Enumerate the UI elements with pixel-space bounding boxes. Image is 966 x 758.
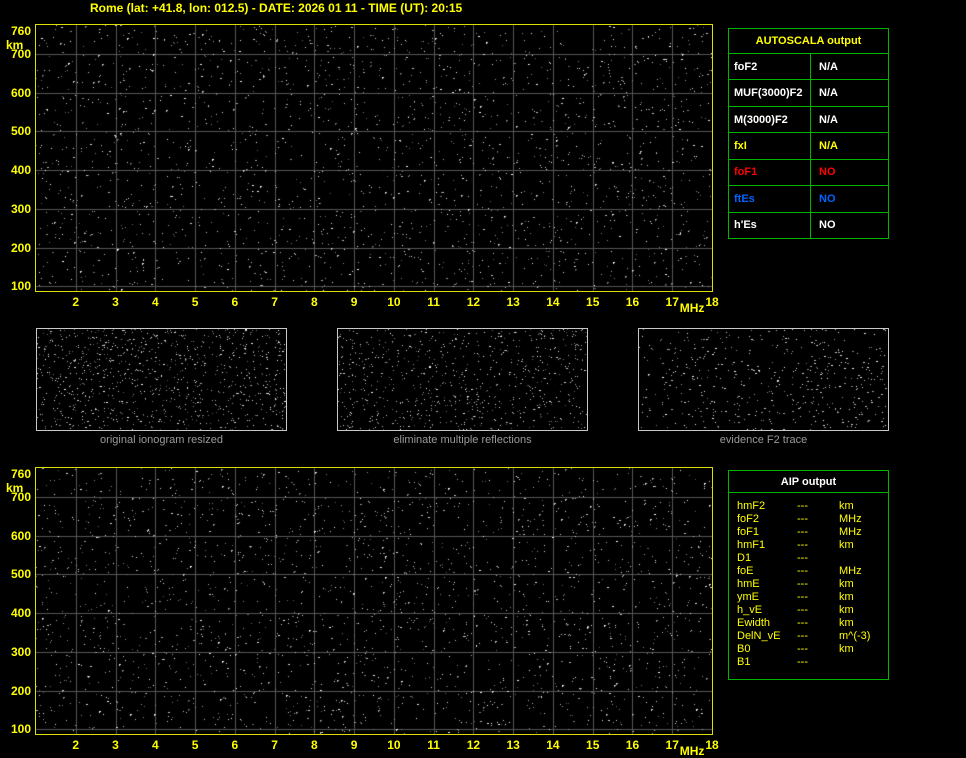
aip-row: hmF1 --- km [737, 539, 888, 552]
aip-row-value: --- [797, 617, 808, 629]
aip-row: B1 --- [737, 656, 888, 669]
aip-row-unit [839, 552, 888, 565]
aip-row-value: --- [797, 578, 808, 590]
x-axis-tick-label: 3 [112, 738, 119, 752]
aip-row-value: --- [797, 539, 808, 551]
y-axis-tick-label: 400 [10, 606, 31, 621]
x-axis-tick-label: 6 [231, 738, 239, 752]
aip-row: Ewidth --- km [737, 617, 888, 630]
aip-row-label: B0 [737, 643, 751, 655]
aip-row-label: foF2 [737, 513, 760, 525]
aip-row-value: --- [797, 526, 808, 538]
x-axis-tick-label: 9 [350, 738, 358, 752]
aip-row-unit: km [839, 500, 854, 512]
aip-table-title: AIP output [729, 471, 888, 493]
aip-row: D1 --- [737, 552, 888, 565]
aip-row: hmE --- km [737, 578, 888, 591]
x-axis-tick-label: 8 [311, 738, 318, 752]
aip-row-unit: km [839, 643, 854, 655]
x-axis-tick-label: 10 [387, 738, 401, 752]
x-axis-tick-label: 4 [151, 738, 159, 752]
aip-row-unit: km [839, 604, 854, 616]
x-axis-tick-label: 16 [625, 738, 640, 752]
aip-table-body: hmF2 --- km foF2 --- MHz foF1 --- MHz hmF1 --- km D1… [729, 493, 888, 669]
aip-row-value: --- [797, 630, 808, 642]
aip-row: foE --- MHz [737, 565, 888, 578]
x-axis-tick-label: 15 [586, 738, 600, 752]
y-axis-tick-label: 300 [10, 644, 31, 659]
x-axis-tick-label: 17 [665, 738, 679, 752]
x-axis-tick-label: 11 [427, 738, 440, 752]
aip-row-value: --- [797, 591, 808, 603]
aip-row-label: DelN_vE [737, 630, 781, 642]
aip-row-label: hmF1 [737, 539, 766, 551]
aip-row-unit: MHz [839, 526, 862, 538]
y-axis-tick-label: 600 [10, 528, 31, 543]
x-axis-tick-label: 7 [271, 738, 278, 752]
aip-row-label: D1 [737, 552, 752, 564]
aip-row-label: hmF2 [737, 500, 766, 512]
aip-row: hmF2 --- km [737, 500, 888, 513]
aip-row-label: foE [737, 565, 754, 577]
aip-row-label: hmE [737, 578, 760, 590]
aip-row-value: --- [797, 643, 808, 655]
aip-row-label: ymE [737, 591, 759, 603]
aip-row-unit: km [839, 578, 854, 590]
aip-row-label: Ewidth [737, 617, 771, 629]
aip-row-unit: km [839, 591, 854, 603]
ionogram-canvas [36, 468, 712, 734]
aip-row-value: --- [797, 656, 808, 668]
aip-row-value: --- [797, 513, 808, 525]
x-axis-tick-label: 18 [705, 738, 719, 752]
aip-row: h_vE --- km [737, 604, 888, 617]
aip-row-unit: km [839, 617, 854, 629]
y-axis-tick-label: 200 [10, 683, 31, 698]
x-axis-tick-label: 14 [546, 738, 560, 752]
aip-row: foF1 --- MHz [737, 526, 888, 539]
aip-row-unit: km [839, 539, 854, 551]
x-axis-tick-label: 2 [72, 738, 80, 752]
ionogram-frame [35, 467, 713, 735]
aip-row: B0 --- km [737, 643, 888, 656]
x-axis-tick-label: 5 [191, 738, 199, 752]
y-axis-tick-label: 760 [10, 466, 31, 481]
aip-row-label: h_vE [737, 604, 763, 616]
aip-row-label: B1 [737, 656, 751, 668]
autoscala-app-window: Rome (lat: +41.8, lon: 012.5) - DATE: 20… [0, 0, 966, 758]
aip-row-unit [839, 656, 888, 669]
aip-row-label: foF1 [737, 526, 760, 538]
aip-output-table: AIP output hmF2 --- km foF2 --- MHz foF1 --- MHz… [728, 470, 889, 680]
aip-row-unit: MHz [839, 565, 862, 577]
aip-row-unit: m^(-3) [839, 630, 871, 642]
aip-row-value: --- [797, 565, 808, 577]
aip-row: ymE --- km [737, 591, 888, 604]
aip-row-unit: MHz [839, 513, 862, 525]
aip-row-value: --- [797, 552, 808, 564]
y-axis-tick-label: 500 [10, 567, 31, 582]
aip-row-value: --- [797, 500, 808, 512]
x-axis-tick-label: 12 [466, 738, 481, 752]
y-axis-tick-label: 100 [10, 722, 31, 737]
x-axis-unit-label: MHz [679, 744, 705, 758]
x-axis-tick-label: 13 [506, 738, 520, 752]
aip-row: foF2 --- MHz [737, 513, 888, 526]
aip-row: DelN_vE --- m^(-3) [737, 630, 888, 643]
y-axis-unit-label: km [6, 480, 24, 495]
aip-row-value: --- [797, 604, 808, 616]
